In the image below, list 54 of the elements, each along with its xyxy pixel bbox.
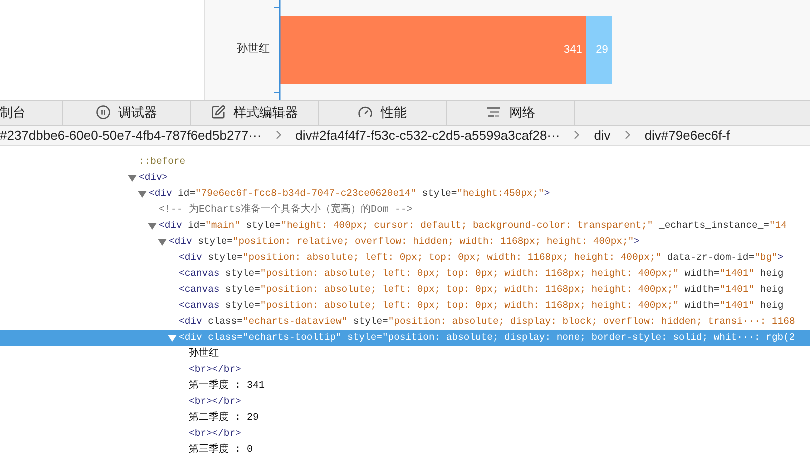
- tree-row[interactable]: <canvas style="position: absolute; left: 0px; top: 0px; width: 1168px; height: 400px;" width="1401" heig: [0, 266, 810, 282]
- gauge-icon: [358, 105, 373, 120]
- tree-row[interactable]: 第二季度 : 29: [0, 410, 810, 426]
- tree-row[interactable]: <br></br>: [0, 394, 810, 410]
- breadcrumb[interactable]: #237dbbe6-60e0-50e7-4fb4-787f6ed5b277···: [0, 126, 262, 145]
- devtools-tab[interactable]: 性能: [319, 101, 447, 124]
- tree-row[interactable]: <br></br>: [0, 362, 810, 378]
- tree-row[interactable]: <br></br>: [0, 426, 810, 442]
- network-icon: [486, 106, 502, 120]
- code-line: <br></br>: [189, 394, 242, 409]
- tree-row[interactable]: 孙世红: [0, 346, 810, 362]
- breadcrumb[interactable]: div: [594, 126, 611, 145]
- breadcrumb[interactable]: div#79e6ec6f-f: [644, 126, 730, 145]
- code-line: 孙世红: [189, 346, 219, 362]
- tree-row[interactable]: <!-- 为ECharts准备一个具备大小（宽高）的Dom -->: [0, 202, 810, 218]
- edit-icon: [210, 105, 226, 120]
- code-line: <canvas style="position: absolute; left: 0px; top: 0px; width: 1168px; height: 400px;" width="1401" heig: [179, 282, 784, 297]
- code-line: <div class="echarts-dataview" style="position: absolute; display: block; overflow: hidden; transi···: 1168: [179, 314, 796, 329]
- tree-row[interactable]: 第三季度 : 0: [0, 442, 810, 458]
- tree-row[interactable]: <div style="position: absolute; left: 0px; top: 0px; width: 1168px; height: 400px;" data-zr-dom-id="bg">: [0, 250, 810, 266]
- code-line: <div class="echarts-tooltip" style="position: absolute; display: none; border-style: solid; whit···: rgb(2: [179, 330, 796, 345]
- code-line: <div style="position: relative; overflow: hidden; width: 1168px; height: 400px;">: [169, 234, 640, 249]
- data-label: 341: [564, 44, 582, 56]
- tree-row[interactable]: ::before: [0, 154, 810, 170]
- devtools-tab[interactable]: 调试器: [63, 101, 191, 124]
- code-line: <div id="main" style="height: 400px; cursor: default; background-color: transparent;" _echarts_instance_="14: [159, 218, 787, 233]
- devtools-tab[interactable]: 网络: [447, 101, 575, 124]
- data-label: 29: [596, 44, 608, 56]
- tree-row[interactable]: 第一季度 : 341: [0, 378, 810, 394]
- code-line: <canvas style="position: absolute; left: 0px; top: 0px; width: 1168px; height: 400px;" width="1401" heig: [179, 298, 784, 313]
- devtools-tab[interactable]: 制台: [0, 101, 63, 124]
- tree-row[interactable]: <div>: [0, 170, 810, 186]
- tree-row[interactable]: <div id="main" style="height: 400px; cursor: default; background-color: transparent;" _echarts_instance_="14: [0, 218, 810, 234]
- code-line: <canvas style="position: absolute; left: 0px; top: 0px; width: 1168px; height: 400px;" width="1401" heig: [179, 266, 784, 281]
- code-line: 第一季度 : 341: [189, 378, 266, 394]
- code-line: 第三季度 : 0: [189, 442, 254, 458]
- tree-row[interactable]: <div class="echarts-dataview" style="position: absolute; display: block; overflow: hidden; transi···: 1168: [0, 314, 810, 330]
- devtools-tab[interactable]: 样式编辑器: [191, 101, 319, 124]
- category-label: 孙世红: [237, 43, 270, 55]
- code-line: <div>: [139, 170, 168, 185]
- code-line: <br></br>: [189, 362, 242, 377]
- code-line: <!-- 为ECharts准备一个具备大小（宽高）的Dom -->: [159, 202, 414, 218]
- breadcrumb[interactable]: div#2fa4f4f7-f53c-c532-c2d5-a5599a3caf28···: [296, 126, 560, 145]
- tree-row[interactable]: <canvas style="position: absolute; left: 0px; top: 0px; width: 1168px; height: 400px;" width="1401" heig: [0, 282, 810, 298]
- code-line: ::before: [139, 154, 186, 169]
- tree-row[interactable]: <div style="position: relative; overflow: hidden; width: 1168px; height: 400px;">: [0, 234, 810, 250]
- expand-triangle-icon[interactable]: [168, 334, 177, 342]
- tree-row[interactable]: <canvas style="position: absolute; left: 0px; top: 0px; width: 1168px; height: 400px;" width="1401" heig: [0, 298, 810, 314]
- tree-row[interactable]: <div id="79e6ec6f-fcc8-b34d-7047-c23ce0620e14" style="height:450px;">: [0, 186, 810, 202]
- code-line: 第二季度 : 29: [189, 410, 260, 426]
- code-line: <br></br>: [189, 426, 242, 441]
- code-line: <div style="position: absolute; left: 0px; top: 0px; width: 1168px; height: 400px;" data-zr-dom-id="bg">: [179, 250, 784, 265]
- code-line: <div id="79e6ec6f-fcc8-b34d-7047-c23ce0620e14" style="height:450px;">: [149, 186, 550, 201]
- pause-icon: [96, 105, 110, 120]
